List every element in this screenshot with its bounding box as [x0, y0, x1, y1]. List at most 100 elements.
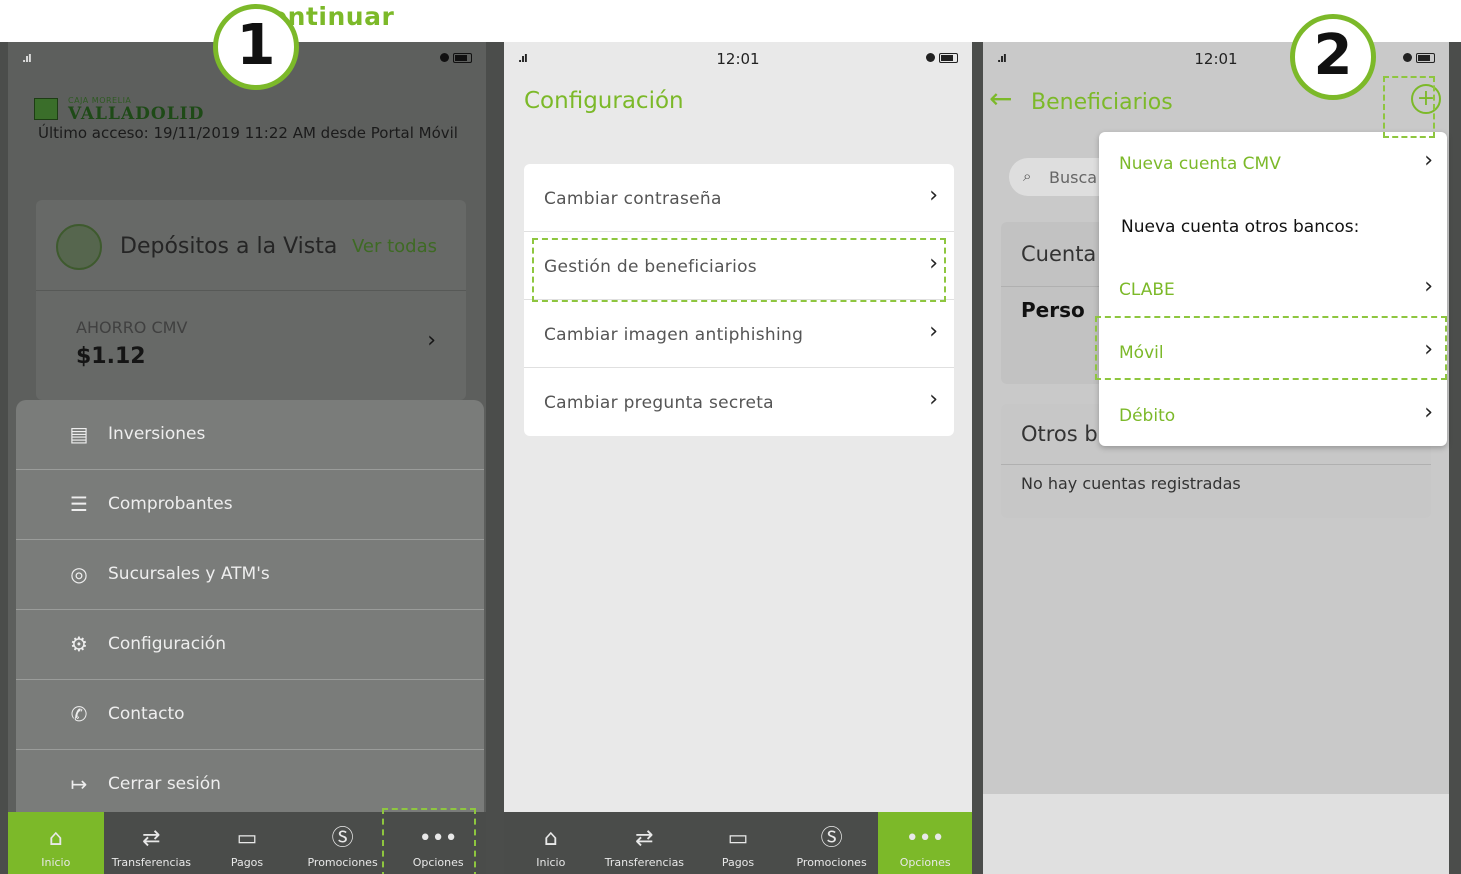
- nav-label: Transferencias: [111, 856, 192, 869]
- back-arrow-icon[interactable]: ←: [989, 82, 1012, 115]
- nav-label: Transferencias: [604, 856, 685, 869]
- battery-icon: [440, 52, 474, 64]
- home-icon: ⌂: [543, 826, 558, 851]
- logout-icon: ↦: [70, 772, 88, 796]
- menu-item-comprobantes[interactable]: ☰ Comprobantes: [16, 470, 484, 540]
- search-placeholder: Busca: [1049, 168, 1098, 187]
- empty-message: No hay cuentas registradas: [1021, 474, 1241, 493]
- chevron-right-icon: ›: [929, 183, 938, 208]
- nav-transferencias[interactable]: ⇄ Transferencias: [104, 812, 200, 874]
- dropdown-item-label: Nueva cuenta CMV: [1119, 154, 1281, 174]
- payments-icon: ▭: [727, 826, 749, 851]
- account-row[interactable]: AHORRO CMV $1.12 ›: [36, 292, 466, 400]
- home-icon: ⌂: [48, 826, 63, 851]
- more-icon: •••: [905, 826, 945, 851]
- section-title: Cuenta: [1021, 242, 1097, 266]
- dollar-icon: Ⓢ: [820, 826, 843, 851]
- chevron-right-icon: ›: [929, 387, 938, 412]
- menu-item-label: Sucursales y ATM's: [108, 564, 270, 584]
- nav-label: Opciones: [899, 856, 951, 869]
- section-line: [1001, 464, 1431, 465]
- settings-item-pregunta-secreta[interactable]: Cambiar pregunta secreta ›: [524, 368, 954, 436]
- panel-menu: .ıl CAJA MORELIA VALLADOLID Último acces…: [0, 42, 494, 874]
- menu-item-label: Inversiones: [108, 424, 206, 444]
- logo-name: VALLADOLID: [68, 104, 205, 124]
- receipt-icon: ☰: [70, 492, 88, 516]
- highlight-add-button: [1383, 76, 1435, 138]
- location-pin-icon: ◎: [70, 562, 88, 586]
- menu-item-contacto[interactable]: ✆ Contacto: [16, 680, 484, 750]
- document-icon: ▤: [69, 422, 89, 446]
- step-badge-1: 1: [213, 4, 299, 90]
- status-time: 12:01: [1194, 50, 1238, 68]
- settings-item-cambiar-contrasena[interactable]: Cambiar contraseña ›: [524, 164, 954, 232]
- payments-icon: ▭: [236, 826, 258, 851]
- phone-icon: ✆: [70, 702, 88, 726]
- section-title: Otros b: [1021, 422, 1098, 446]
- phone-screen-2: .ıl 12:01 Configuración Cambiar contrase…: [504, 42, 972, 874]
- chevron-right-icon: ›: [929, 319, 938, 344]
- accounts-card: Depósitos a la Vista Ver todas AHORRO CM…: [36, 200, 466, 400]
- menu-item-inversiones[interactable]: ▤ Inversiones: [16, 400, 484, 470]
- nav-label: Inicio: [41, 856, 71, 869]
- nav-inicio[interactable]: ⌂ Inicio: [8, 812, 104, 874]
- panel-beneficiarios: .ıl 12:01 ← Beneficiarios + ⌕ Busca Cuen…: [977, 42, 1461, 874]
- search-icon: ⌕: [1023, 167, 1032, 185]
- menu-item-label: Comprobantes: [108, 494, 233, 514]
- add-beneficiary-dropdown: Nueva cuenta CMV › Nueva cuenta otros ban…: [1099, 132, 1447, 446]
- nav-promociones[interactable]: Ⓢ Promociones: [785, 812, 879, 874]
- phone-screen-3: .ıl 12:01 ← Beneficiarios + ⌕ Busca Cuen…: [983, 42, 1449, 874]
- nav-label: Promociones: [796, 856, 867, 869]
- card-divider: [36, 290, 466, 291]
- nav-inicio[interactable]: ⌂ Inicio: [504, 812, 598, 874]
- menu-item-configuracion[interactable]: ⚙ Configuración: [16, 610, 484, 680]
- last-access-text: Último acceso: 19/11/2019 11:22 AM desde…: [38, 124, 458, 142]
- dollar-icon: Ⓢ: [331, 826, 354, 851]
- highlight-movil: [1095, 316, 1447, 380]
- transfer-icon: ⇄: [635, 826, 654, 851]
- phone-screen-1: .ıl CAJA MORELIA VALLADOLID Último acces…: [8, 42, 486, 874]
- page-title: Beneficiarios: [1031, 90, 1173, 115]
- gear-icon: ⚙: [70, 632, 88, 656]
- settings-item-imagen-antiphishing[interactable]: Cambiar imagen antiphishing ›: [524, 300, 954, 368]
- menu-item-sucursales[interactable]: ◎ Sucursales y ATM's: [16, 540, 484, 610]
- panel-configuracion: .ıl 12:01 Configuración Cambiar contrase…: [494, 42, 977, 874]
- battery-icon: [926, 52, 960, 64]
- page-title: Configuración: [524, 88, 684, 114]
- section-subtitle: Perso: [1021, 298, 1085, 322]
- dropdown-heading-otros-bancos: Nueva cuenta otros bancos:: [1099, 195, 1447, 258]
- dropdown-item-nueva-cuenta-cmv[interactable]: Nueva cuenta CMV ›: [1099, 132, 1447, 195]
- status-time: 12:01: [716, 50, 760, 68]
- bottom-nav: ⌂ Inicio ⇄ Transferencias ▭ Pagos Ⓢ Promocio…: [504, 812, 972, 874]
- nav-label: Pagos: [230, 856, 264, 869]
- dropdown-item-label: CLABE: [1119, 280, 1175, 300]
- nav-label: Inicio: [536, 856, 566, 869]
- dropdown-item-label: Débito: [1119, 406, 1176, 426]
- bottom-strip-screen: [983, 794, 1449, 874]
- settings-item-label: Cambiar contraseña: [544, 189, 722, 209]
- chevron-right-icon: ›: [1424, 400, 1433, 425]
- nav-transferencias[interactable]: ⇄ Transferencias: [598, 812, 692, 874]
- highlight-gestion-beneficiarios: [532, 238, 946, 302]
- status-bar: .ıl 12:01: [983, 42, 1449, 76]
- view-all-link[interactable]: Ver todas: [352, 236, 437, 257]
- dropdown-heading-label: Nueva cuenta otros bancos:: [1121, 217, 1360, 237]
- settings-item-label: Cambiar pregunta secreta: [544, 393, 774, 413]
- chevron-right-icon: ›: [1424, 274, 1433, 299]
- transfer-icon: ⇄: [142, 826, 161, 851]
- highlight-opciones: [382, 808, 476, 874]
- nav-pagos[interactable]: ▭ Pagos: [691, 812, 785, 874]
- nav-pagos[interactable]: ▭ Pagos: [199, 812, 295, 874]
- logo-mark-icon: [34, 98, 58, 120]
- piggy-bank-icon: [56, 224, 102, 270]
- status-bar: .ıl 12:01: [504, 42, 972, 76]
- nav-promociones[interactable]: Ⓢ Promociones: [295, 812, 391, 874]
- deposits-title: Depósitos a la Vista: [120, 234, 338, 259]
- dropdown-item-debito[interactable]: Débito ›: [1099, 384, 1447, 447]
- battery-icon: [1403, 52, 1437, 64]
- nav-opciones[interactable]: ••• Opciones: [878, 812, 972, 874]
- dropdown-item-clabe[interactable]: CLABE ›: [1099, 258, 1447, 321]
- settings-item-label: Cambiar imagen antiphishing: [544, 325, 804, 345]
- menu-item-label: Configuración: [108, 634, 226, 654]
- menu-item-label: Contacto: [108, 704, 185, 724]
